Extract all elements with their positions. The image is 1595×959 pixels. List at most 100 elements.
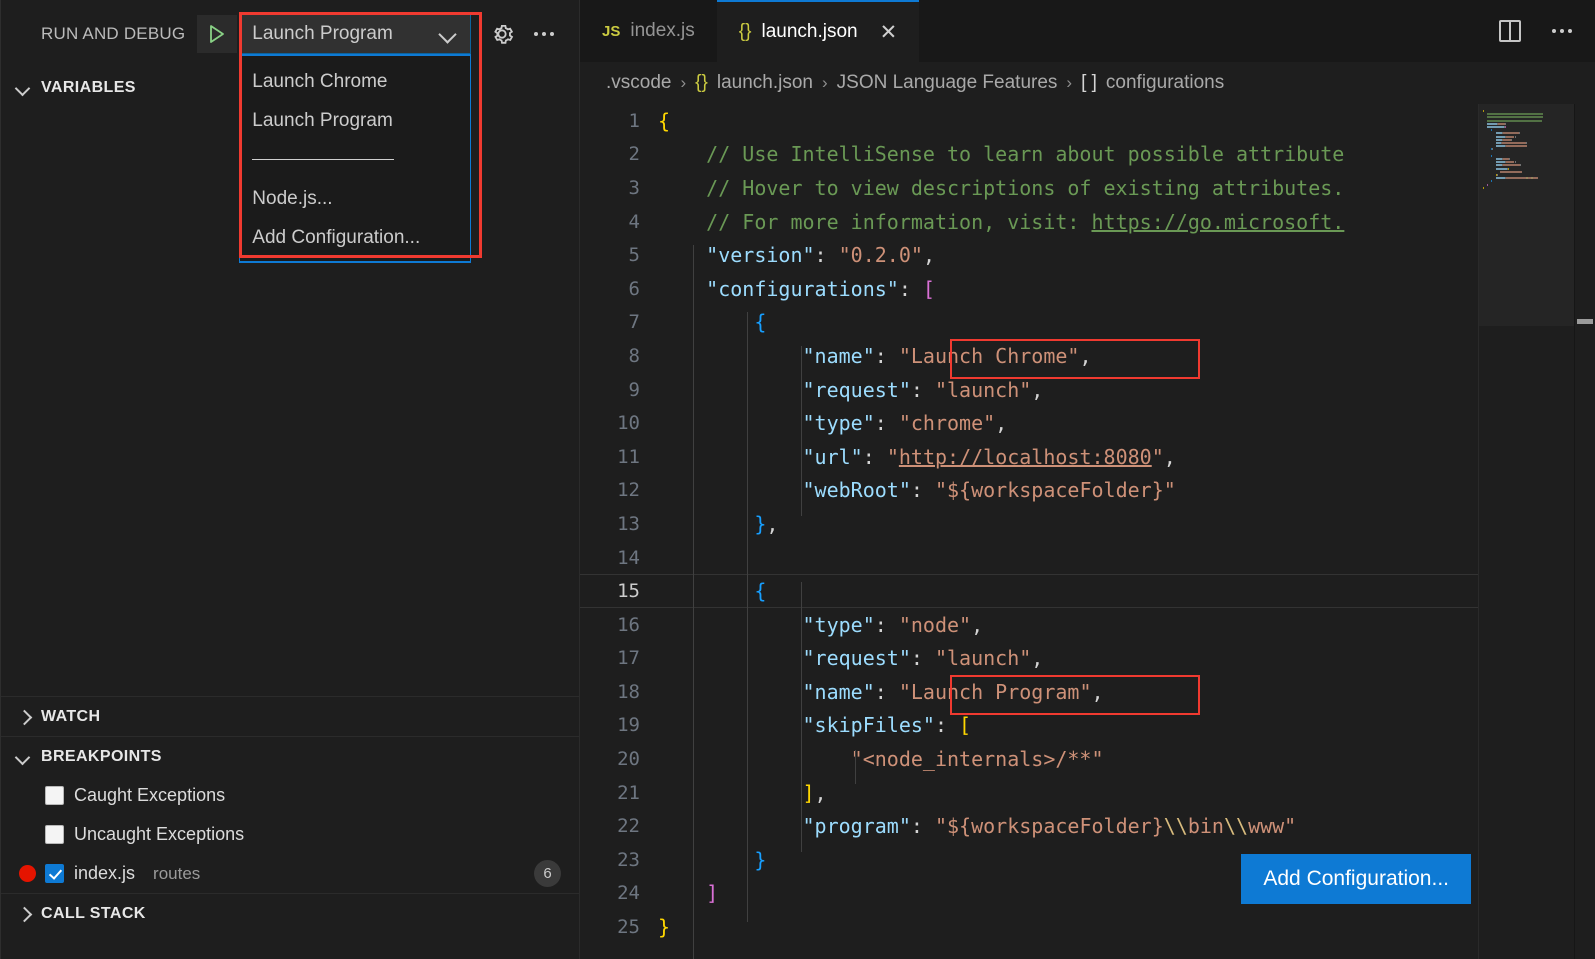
indent-guide [693, 245, 694, 959]
code-line-text: // Use IntelliSense to learn about possi… [658, 142, 1344, 166]
code-line[interactable]: 6 "configurations": [ [580, 272, 1595, 306]
minimap[interactable] [1478, 104, 1574, 959]
minimap-slider[interactable] [1479, 104, 1574, 326]
code-token [658, 310, 754, 334]
minimap-line [1508, 168, 1509, 170]
code-line[interactable]: 14 [580, 541, 1595, 575]
breadcrumb-item-configurations[interactable]: configurations [1106, 72, 1224, 94]
close-icon[interactable]: ✕ [880, 22, 898, 43]
chevron-down-icon [15, 749, 31, 765]
line-number: 16 [580, 614, 658, 636]
code-line[interactable]: 4 // For more information, visit: https:… [580, 205, 1595, 239]
code-token: : [875, 411, 899, 435]
code-line[interactable]: 11 "url": "http://localhost:8080", [580, 440, 1595, 474]
debug-more-actions-button[interactable] [525, 15, 563, 53]
code-line[interactable]: 2 // Use IntelliSense to learn about pos… [580, 138, 1595, 172]
code-token: "version" [706, 243, 814, 267]
add-configuration-button[interactable]: Add Configuration... [1241, 854, 1471, 904]
code-token: "${workspaceFolder} [935, 814, 1164, 838]
tab-label: index.js [630, 20, 694, 42]
tab-launch-json[interactable]: {} launch.json ✕ [717, 0, 919, 62]
launch-config-select-wrap: Launch Program Launch Chrome Launch Prog… [239, 14, 471, 54]
open-launch-json-settings-button[interactable] [483, 15, 521, 53]
code-line[interactable]: 8 "name": "Launch Chrome", [580, 339, 1595, 373]
code-line[interactable]: 19 "skipFiles": [ [580, 709, 1595, 743]
code-line[interactable]: 17 "request": "launch", [580, 642, 1595, 676]
code-token: "name" [803, 680, 875, 704]
line-number: 1 [580, 110, 658, 132]
js-file-icon: JS [602, 23, 620, 40]
minimap-line [1496, 168, 1508, 170]
code-token: : [863, 445, 887, 469]
debug-toolbar: RUN AND DEBUG Launch Program Launch Chro… [1, 0, 579, 68]
code-token: , [766, 512, 778, 536]
editor-more-actions-button[interactable] [1543, 12, 1581, 50]
vscode-window: RUN AND DEBUG Launch Program Launch Chro… [0, 0, 1595, 959]
code-token: [ [923, 277, 935, 301]
sidebar-section-breakpoints[interactable]: BREAKPOINTS [1, 736, 579, 776]
editor-vertical-scrollbar[interactable] [1574, 104, 1595, 959]
panel-title: RUN AND DEBUG [41, 24, 185, 44]
code-line[interactable]: 21 ], [580, 776, 1595, 810]
checkbox[interactable] [45, 786, 64, 805]
launch-config-selected-value: Launch Program [252, 23, 392, 45]
dropdown-item-launch-chrome[interactable]: Launch Chrome [240, 62, 470, 101]
minimap-line [1505, 123, 1506, 125]
code-line-text: "program": "${workspaceFolder}\\bin\\www… [658, 814, 1296, 838]
code-token: : [911, 814, 935, 838]
code-line[interactable]: 18 "name": "Launch Program", [580, 675, 1595, 709]
code-line[interactable]: 5 "version": "0.2.0", [580, 238, 1595, 272]
minimap-line [1520, 164, 1521, 166]
code-line[interactable]: 20 "<node_internals>/**" [580, 742, 1595, 776]
code-line[interactable]: 10 "type": "chrome", [580, 406, 1595, 440]
line-number: 10 [580, 412, 658, 434]
checkbox[interactable] [45, 864, 64, 883]
split-editor-icon[interactable] [1499, 20, 1521, 42]
code-token: ] [706, 881, 718, 905]
code-line[interactable]: 1{ [580, 104, 1595, 138]
breadcrumb-item-vscode[interactable]: .vscode [606, 72, 671, 94]
sidebar-section-call-stack[interactable]: CALL STACK [1, 893, 579, 933]
code-token: "<node_internals>/**" [851, 747, 1104, 771]
code-line[interactable]: 13 }, [580, 507, 1595, 541]
checkbox[interactable] [45, 825, 64, 844]
start-debugging-button[interactable] [197, 15, 237, 53]
tab-index-js[interactable]: JS index.js [580, 0, 717, 62]
breakpoint-row-caught-exceptions[interactable]: Caught Exceptions [1, 776, 579, 815]
tab-label: launch.json [761, 21, 857, 43]
code-line[interactable]: 3 // Hover to view descriptions of exist… [580, 171, 1595, 205]
launch-config-select[interactable]: Launch Program [239, 14, 471, 54]
breadcrumb-item-launch-json[interactable]: launch.json [717, 72, 813, 94]
breadcrumb-item-json-language-features[interactable]: JSON Language Features [837, 72, 1058, 94]
code-token: : [875, 613, 899, 637]
breakpoint-row-index-js[interactable]: index.js routes 6 [1, 854, 579, 893]
line-number: 11 [580, 446, 658, 468]
minimap-line [1503, 142, 1525, 144]
code-token: "${workspaceFolder}" [935, 478, 1176, 502]
code-token [658, 243, 706, 267]
line-number: 9 [580, 379, 658, 401]
dropdown-item-launch-program[interactable]: Launch Program [240, 101, 470, 140]
minimap-line [1491, 155, 1492, 157]
sidebar-section-watch[interactable]: WATCH [1, 696, 579, 736]
code-line[interactable]: 22 "program": "${workspaceFolder}\\bin\\… [580, 809, 1595, 843]
chevron-down-icon [440, 26, 456, 42]
json-file-icon: {} [695, 72, 708, 94]
code-token: "configurations" [706, 277, 899, 301]
code-line[interactable]: 15 { [580, 574, 1595, 608]
array-symbol-icon: [ ] [1081, 72, 1097, 94]
breakpoint-row-uncaught-exceptions[interactable]: Uncaught Exceptions [1, 815, 579, 854]
dropdown-item-nodejs[interactable]: Node.js... [240, 179, 470, 218]
json-file-icon: {} [739, 21, 752, 43]
code-token: : [935, 713, 959, 737]
dropdown-item-add-configuration[interactable]: Add Configuration... [240, 218, 470, 257]
code-line[interactable]: 16 "type": "node", [580, 608, 1595, 642]
ellipsis-icon [1560, 29, 1564, 33]
code-editor[interactable]: 1{2 // Use IntelliSense to learn about p… [580, 104, 1595, 959]
code-line[interactable]: 12 "webRoot": "${workspaceFolder}" [580, 474, 1595, 508]
minimap-line [1496, 145, 1505, 147]
code-line[interactable]: 25} [580, 910, 1595, 944]
line-number: 24 [580, 882, 658, 904]
code-line[interactable]: 9 "request": "launch", [580, 373, 1595, 407]
code-line[interactable]: 7 { [580, 306, 1595, 340]
